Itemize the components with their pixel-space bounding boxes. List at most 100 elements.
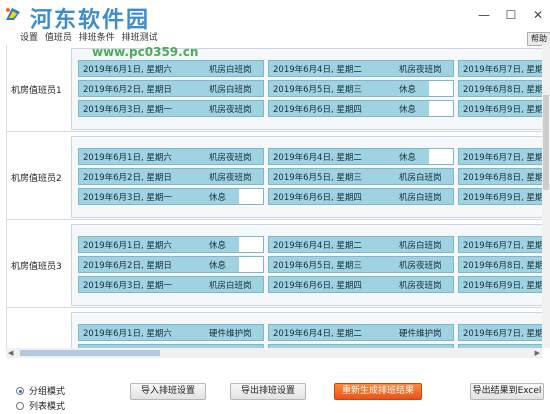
schedule-cell[interactable]: 2019年6月6日, 星期四 机房白班岗: [268, 188, 454, 205]
schedule-cell[interactable]: 2019年6月9日, 星期日: [458, 100, 542, 117]
schedule-date: 2019年6月3日, 星期一: [83, 193, 172, 203]
schedule-shift: 机房白班岗: [209, 281, 252, 291]
schedule-cell[interactable]: 2019年6月4日, 星期二 休息: [268, 148, 454, 165]
minimize-button[interactable]: —: [476, 8, 492, 22]
schedule-cell[interactable]: 2019年6月7日, 星期五: [458, 324, 542, 341]
schedule-date: 2019年6月1日, 星期六: [83, 329, 172, 339]
schedule-shift: 休息: [399, 85, 417, 95]
export-settings-button[interactable]: 导出排班设置: [230, 383, 306, 400]
schedule-cell[interactable]: 2019年6月2日, 星期日 机房白班岗: [78, 80, 264, 97]
schedule-date: 2019年6月7日, 星期五: [463, 153, 542, 163]
radio-group-mode[interactable]: 分组模式: [16, 384, 65, 397]
schedule-cell[interactable]: 2019年6月1日, 星期六 休息: [78, 236, 264, 253]
schedule-cell[interactable]: 2019年6月8日, 星期六: [458, 80, 542, 97]
schedule-date: 2019年6月5日, 星期三: [273, 85, 362, 95]
schedule-shift: 休息: [209, 261, 227, 271]
help-button[interactable]: 帮助: [527, 32, 550, 46]
schedule-shift: 机房夜班岗: [399, 281, 442, 291]
app-logo-icon: [6, 8, 20, 20]
horizontal-scrollbar[interactable]: ◀ ▶: [6, 348, 542, 358]
watermark-url: www.pc0359.cn: [92, 45, 199, 59]
schedule-shift: 休息: [399, 153, 417, 163]
radio-label: 列表模式: [29, 402, 66, 412]
schedule-cell[interactable]: 2019年6月6日, 星期四 休息: [268, 100, 454, 117]
schedule-date: 2019年6月3日, 星期一: [83, 281, 172, 291]
schedule-shift: 机房夜班岗: [209, 105, 252, 115]
schedule-cell[interactable]: 2019年6月4日, 星期二 机房白班岗: [268, 236, 454, 253]
scroll-left-icon[interactable]: ◀: [8, 349, 13, 357]
rest-indicator: [239, 189, 263, 204]
schedule-shift: 机房夜班岗: [399, 261, 442, 271]
schedule-date: 2019年6月3日, 星期一: [83, 105, 172, 115]
rest-indicator: [429, 81, 453, 96]
toolbar-item[interactable]: 排班条件: [79, 33, 115, 43]
schedule-cell[interactable]: 2019年6月8日, 星期六: [458, 168, 542, 185]
toolbar-item[interactable]: 值班员: [45, 33, 72, 43]
member-name-label: 机房值班员2: [11, 174, 62, 184]
toolbar-item[interactable]: 设置: [20, 33, 38, 43]
schedule-date: 2019年6月1日, 星期六: [83, 241, 172, 251]
schedule-shift: 机房白班岗: [399, 193, 442, 203]
schedule-shift: 硬件维护岗: [399, 329, 442, 339]
member-schedule-panel: 2019年6月1日, 星期六 休息 2019年6月4日, 星期二 机房白班岗 2019年…: [71, 224, 542, 306]
schedule-date: 2019年6月6日, 星期四: [273, 281, 362, 291]
horizontal-scroll-thumb[interactable]: [20, 350, 160, 356]
schedule-cell[interactable]: 2019年6月3日, 星期一 机房白班岗: [78, 276, 264, 293]
export-excel-button[interactable]: 导出结果到Excel: [470, 383, 544, 400]
schedule-date: 2019年6月9日, 星期日: [463, 193, 542, 203]
member-group: 机房值班员3 2019年6月1日, 星期六 休息 2019年6月4日, 星期二 机房白班…: [7, 221, 542, 308]
schedule-date: 2019年6月1日, 星期六: [83, 153, 172, 163]
schedule-date: 2019年6月7日, 星期五: [463, 65, 542, 75]
maximize-button[interactable]: ☐: [503, 8, 519, 22]
schedule-date: 2019年6月2日, 星期日: [83, 261, 172, 271]
schedule-cell[interactable]: 2019年6月2日, 星期日 休息: [78, 256, 264, 273]
schedule-scroll-area[interactable]: 机房值班员1 2019年6月1日, 星期六 机房白班岗 2019年6月4日, 星期二机…: [6, 45, 542, 348]
regenerate-schedule-button[interactable]: 重新生成排班结果: [334, 383, 422, 400]
vertical-scrollbar[interactable]: [542, 45, 550, 348]
schedule-cell[interactable]: 2019年6月7日, 星期五: [458, 236, 542, 253]
schedule-cell[interactable]: 2019年6月7日, 星期五: [458, 60, 542, 77]
app-window: 河东软件园 — ☐ ✕ 设置 值班员 排班条件 排班测试 帮助 www.pc03…: [0, 0, 550, 414]
schedule-shift: 机房白班岗: [209, 65, 252, 75]
schedule-cell[interactable]: 2019年6月3日, 星期一 休息: [78, 188, 264, 205]
schedule-shift: 机房夜班岗: [209, 173, 252, 183]
schedule-cell[interactable]: 2019年6月9日, 星期日: [458, 188, 542, 205]
radio-checked-icon[interactable]: [16, 387, 24, 395]
schedule-date: 2019年6月8日, 星期六: [463, 85, 542, 95]
toolbar: 设置 值班员 排班条件 排班测试: [20, 30, 162, 44]
schedule-date: 2019年6月4日, 星期二: [273, 241, 362, 251]
radio-unchecked-icon[interactable]: [16, 402, 24, 410]
close-button[interactable]: ✕: [530, 8, 546, 22]
schedule-shift: 硬件维护岗: [209, 329, 252, 339]
schedule-date: 2019年6月4日, 星期二: [273, 329, 362, 339]
schedule-shift: 机房夜班岗: [209, 153, 252, 163]
schedule-shift: 休息: [209, 193, 227, 203]
schedule-cell[interactable]: 2019年6月8日, 星期六: [458, 256, 542, 273]
schedule-cell[interactable]: 2019年6月9日, 星期日: [458, 276, 542, 293]
schedule-cell[interactable]: 2019年6月5日, 星期三 机房白班岗: [268, 168, 454, 185]
schedule-cell[interactable]: 2019年6月5日, 星期三 机房夜班岗: [268, 256, 454, 273]
schedule-shift: 机房白班岗: [209, 85, 252, 95]
rest-indicator: [429, 149, 453, 164]
member-group: 机房值班员1 2019年6月1日, 星期六 机房白班岗 2019年6月4日, 星期二机…: [7, 45, 542, 132]
schedule-date: 2019年6月5日, 星期三: [273, 173, 362, 183]
scroll-right-icon[interactable]: ▶: [535, 349, 540, 357]
schedule-date: 2019年6月9日, 星期日: [463, 281, 542, 291]
schedule-cell[interactable]: 2019年6月2日, 星期日 机房夜班岗: [78, 168, 264, 185]
schedule-cell[interactable]: 2019年6月3日, 星期一 机房夜班岗: [78, 100, 264, 117]
schedule-shift: 机房白班岗: [399, 241, 442, 251]
schedule-cell[interactable]: 2019年6月4日, 星期二 机房夜班岗: [268, 60, 454, 77]
rest-indicator: [239, 257, 263, 272]
schedule-cell[interactable]: 2019年6月4日, 星期二 硬件维护岗: [268, 324, 454, 341]
schedule-cell[interactable]: 2019年6月1日, 星期六 机房白班岗: [78, 60, 264, 77]
schedule-cell[interactable]: 2019年6月1日, 星期六 硬件维护岗: [78, 324, 264, 341]
schedule-cell[interactable]: 2019年6月7日, 星期五: [458, 148, 542, 165]
import-settings-button[interactable]: 导入排班设置: [130, 383, 206, 400]
schedule-cell[interactable]: 2019年6月1日, 星期六 机房夜班岗: [78, 148, 264, 165]
schedule-date: 2019年6月5日, 星期三: [273, 261, 362, 271]
schedule-cell[interactable]: 2019年6月5日, 星期三 休息: [268, 80, 454, 97]
toolbar-item[interactable]: 排班测试: [122, 33, 158, 43]
radio-list-mode[interactable]: 列表模式: [16, 399, 65, 412]
schedule-cell[interactable]: 2019年6月6日, 星期四 机房夜班岗: [268, 276, 454, 293]
vertical-scroll-thumb[interactable]: [543, 95, 549, 190]
